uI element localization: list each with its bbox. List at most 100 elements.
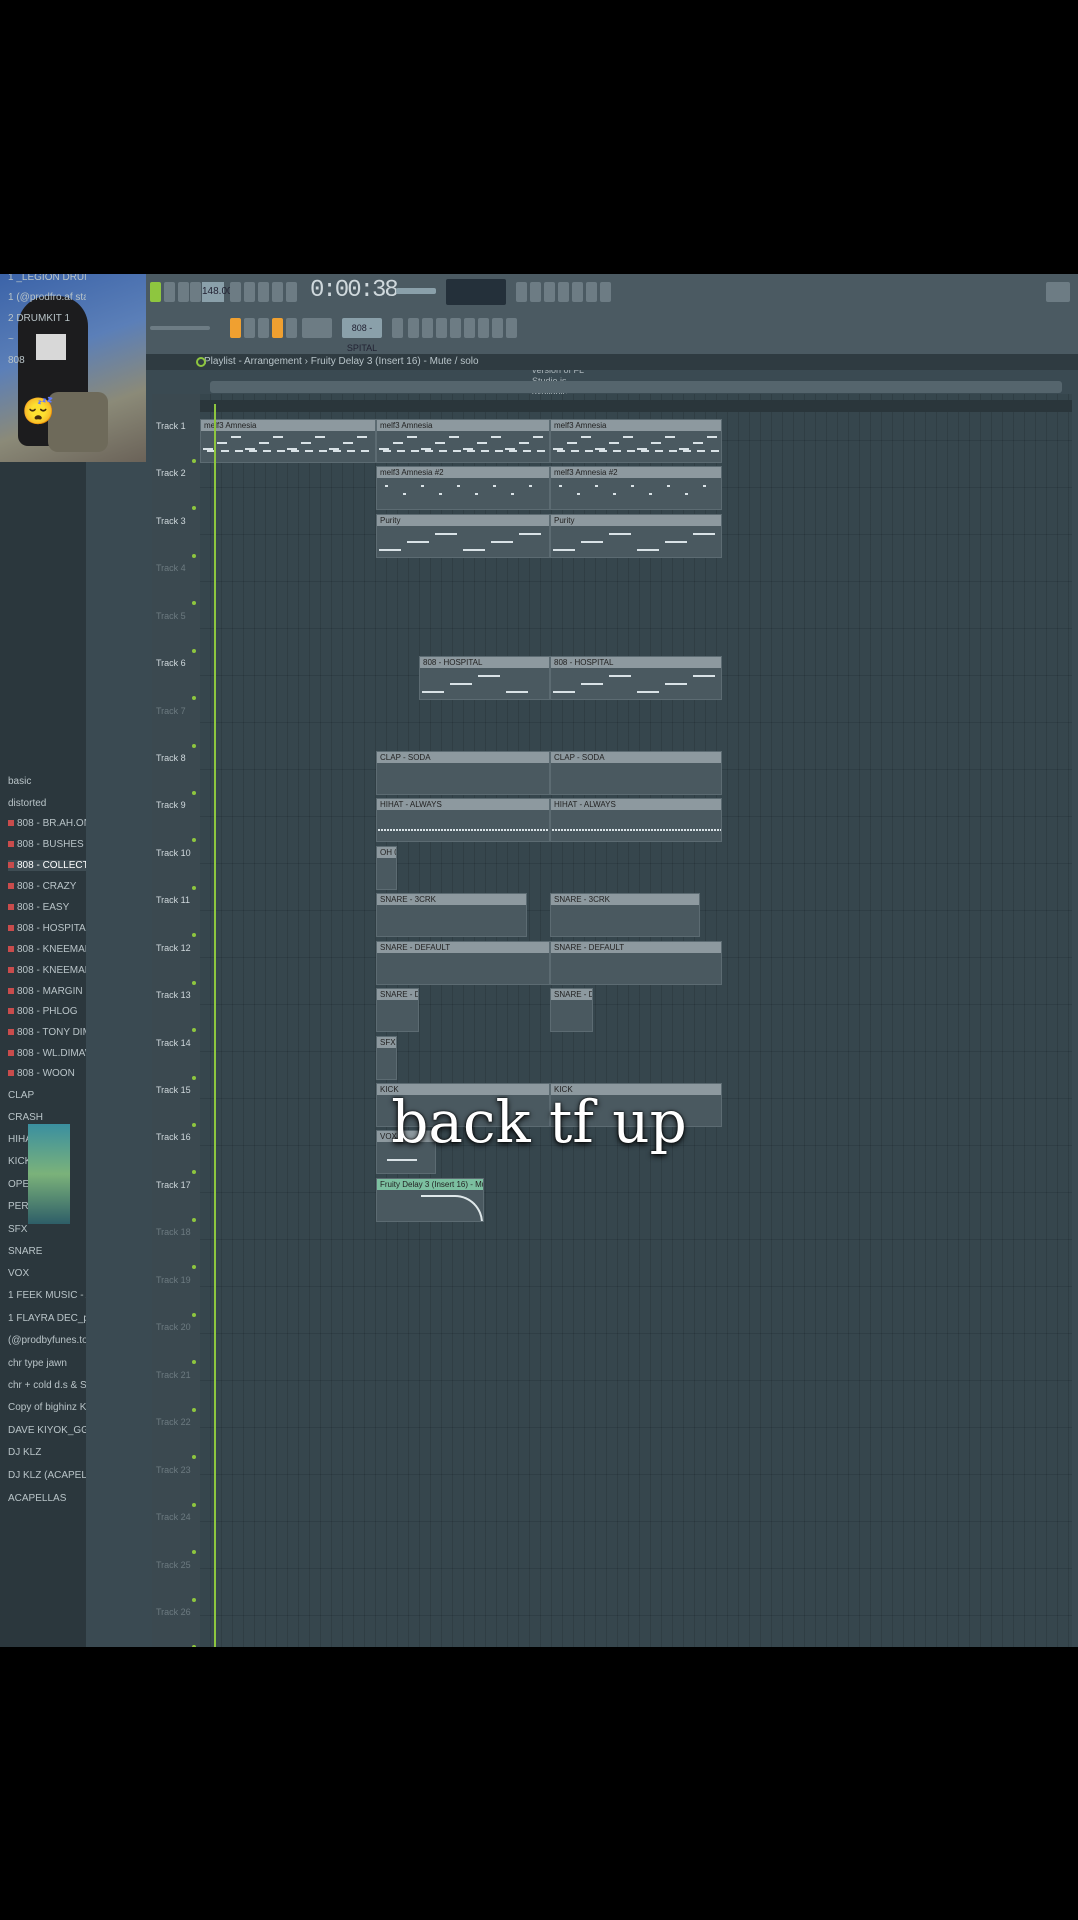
track-mute-led[interactable] <box>192 933 196 937</box>
record-button[interactable] <box>190 282 201 302</box>
browser-item[interactable]: 808 - BR.AH.ONE <box>8 818 86 829</box>
track-label[interactable]: Track 24 <box>156 1512 191 1522</box>
playlist-clip[interactable]: SNARE - DRY <box>550 988 593 1032</box>
playlist-clip[interactable]: melf3 Amnesia <box>376 419 550 463</box>
browser-item[interactable]: 1 _LEGION DRUMKIT <box>8 274 86 283</box>
track-label[interactable]: Track 7 <box>156 706 186 716</box>
track-mute-led[interactable] <box>192 1170 196 1174</box>
track-mute-led[interactable] <box>192 1503 196 1507</box>
browser-item[interactable]: 808 - KNEEMAN <box>8 944 86 955</box>
track-label[interactable]: Track 10 <box>156 848 191 858</box>
playlist-clip[interactable]: HIHAT - ALWAYS <box>376 798 550 842</box>
browser-item[interactable]: SNARE <box>8 1246 86 1257</box>
track-label[interactable]: Track 18 <box>156 1227 191 1237</box>
browser-item[interactable]: Copy of bighinz Kit <box>8 1402 86 1413</box>
browser-item[interactable]: 808 - EASY <box>8 902 86 913</box>
current-pattern-select[interactable]: 808 - SPITAL <box>342 318 382 353</box>
track-label[interactable]: Track 22 <box>156 1417 191 1427</box>
track-label[interactable]: Track 20 <box>156 1322 191 1332</box>
play-button[interactable] <box>164 282 175 302</box>
step-seq-icon[interactable] <box>422 318 433 338</box>
brush-icon[interactable] <box>272 318 283 338</box>
mic-icon[interactable] <box>600 282 611 302</box>
playlist-clip[interactable]: 808 - HOSPITAL <box>419 656 550 700</box>
browser-item[interactable]: 1 (@prodfro.af stash kit <box>8 292 86 303</box>
track-mute-led[interactable] <box>192 1408 196 1412</box>
track-mute-led[interactable] <box>192 981 196 985</box>
browser-item[interactable]: 808 <box>8 355 86 366</box>
window-controls-icon[interactable] <box>1046 282 1070 302</box>
playlist-grid[interactable] <box>200 394 1072 1647</box>
playlist-clip[interactable]: SNARE - DRY <box>376 988 419 1032</box>
playhead-marker[interactable] <box>214 404 216 1647</box>
playlist-clip[interactable]: CLAP - SODA <box>550 751 722 795</box>
browser-item[interactable]: VOX <box>8 1268 86 1279</box>
browser-item[interactable]: 808 - WOON <box>8 1068 86 1079</box>
track-mute-led[interactable] <box>192 554 196 558</box>
playlist-clip[interactable]: Fruity Delay 3 (Insert 16) - Mute / solo <box>376 1178 484 1222</box>
tempo-display[interactable]: 148.000 <box>202 282 238 302</box>
track-mute-led[interactable] <box>192 1360 196 1364</box>
snap-icon[interactable] <box>286 318 297 338</box>
pitch-slider[interactable] <box>150 326 210 330</box>
playlist-icon[interactable] <box>408 318 419 338</box>
browser-item[interactable]: distorted <box>8 798 86 809</box>
browser-icon[interactable] <box>572 282 583 302</box>
master-volume-slider[interactable] <box>396 288 436 294</box>
playlist-clip[interactable]: SNARE - DEFAULT <box>550 941 722 985</box>
track-mute-led[interactable] <box>192 1455 196 1459</box>
track-label[interactable]: Track 19 <box>156 1275 191 1285</box>
mixer-icon[interactable] <box>530 282 541 302</box>
track-mute-led[interactable] <box>192 1550 196 1554</box>
track-label[interactable]: Track 6 <box>156 658 186 668</box>
browser-item[interactable]: DAVE KIYOK_GG DRUMKIT <box>8 1425 86 1436</box>
playlist-clip[interactable]: SNARE - 3CRK <box>550 893 700 937</box>
playlist-clip[interactable]: melf3 Amnesia <box>200 419 376 463</box>
browser-item[interactable]: 1 FLAYRA DEC_prodbyoasis <box>8 1313 86 1324</box>
browser-item[interactable]: ~ <box>8 334 86 345</box>
channel-rack-icon[interactable] <box>544 282 555 302</box>
track-mute-led[interactable] <box>192 1028 196 1032</box>
browser-item[interactable]: SFX <box>8 1224 86 1235</box>
automation-curve[interactable] <box>421 1195 483 1221</box>
track-label[interactable]: Track 11 <box>156 895 190 905</box>
track-mute-led[interactable] <box>192 601 196 605</box>
browser-item[interactable]: (@prodbyfunes.toolkit vol.1 <box>8 1335 86 1346</box>
browser-item[interactable]: 1 FEEK MUSIC - ARTIFICIAL <box>8 1290 86 1301</box>
playlist-clip[interactable]: Purity <box>376 514 550 558</box>
browser-item[interactable]: 808 - TONY DIM <box>8 1027 86 1038</box>
track-mute-led[interactable] <box>192 1645 196 1647</box>
playlist-clip[interactable]: SFX 042 <box>376 1036 397 1080</box>
browser-item[interactable]: 808 - KNEEMAN2 <box>8 965 86 976</box>
mixer-view-icon[interactable] <box>450 318 461 338</box>
track-mute-led[interactable] <box>192 1265 196 1269</box>
plug-icon[interactable] <box>464 318 475 338</box>
browser-item[interactable]: DJ KLZ (ACAPELLAS) <box>8 1470 86 1481</box>
track-label[interactable]: Track 23 <box>156 1465 191 1475</box>
blend-notes-icon[interactable] <box>272 282 283 302</box>
countdown-icon[interactable] <box>258 282 269 302</box>
piano-roll-icon[interactable] <box>558 282 569 302</box>
horizontal-scrollbar[interactable] <box>210 381 1062 393</box>
track-mute-led[interactable] <box>192 886 196 890</box>
track-label[interactable]: Track 2 <box>156 468 186 478</box>
piano-icon[interactable] <box>436 318 447 338</box>
arrow-icon[interactable] <box>244 318 255 338</box>
browser-item[interactable]: DJ KLZ <box>8 1447 86 1458</box>
touch-controller-icon[interactable] <box>492 318 503 338</box>
track-label[interactable]: Track 25 <box>156 1560 191 1570</box>
track-label[interactable]: Track 8 <box>156 753 186 763</box>
track-label[interactable]: Track 13 <box>156 990 191 1000</box>
browser-item[interactable]: 808 - COLLECTOR <box>8 860 86 871</box>
browser-item[interactable]: 808 - CRAZY <box>8 881 86 892</box>
track-label[interactable]: Track 3 <box>156 516 186 526</box>
browser-item[interactable]: 808 - MARGIN <box>8 986 86 997</box>
wait-input-icon[interactable] <box>244 282 255 302</box>
track-mute-led[interactable] <box>192 1218 196 1222</box>
track-mute-led[interactable] <box>192 459 196 463</box>
browser-item[interactable]: 808 - HOSPITAL <box>8 923 86 934</box>
track-mute-led[interactable] <box>192 1313 196 1317</box>
playlist-clip[interactable]: 808 - HOSPITAL <box>550 656 722 700</box>
playlist-clip[interactable]: Purity <box>550 514 722 558</box>
browser-item[interactable]: chr type jawn <box>8 1358 86 1369</box>
